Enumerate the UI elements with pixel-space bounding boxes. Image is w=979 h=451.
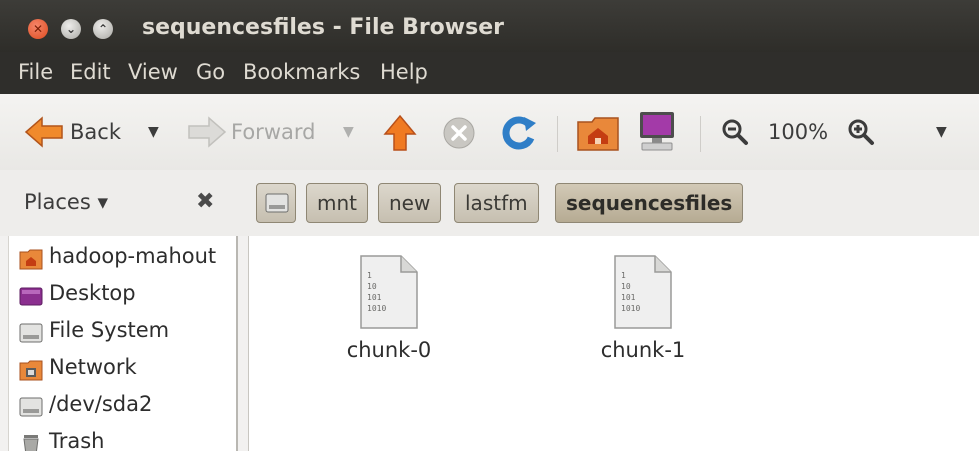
toolbar-separator <box>700 116 701 152</box>
toolbar: Back ▼ Forward ▼ 100% ▼ <box>0 94 979 170</box>
zoom-out-icon[interactable] <box>721 118 749 146</box>
menu-bar: File Edit View Go Bookmarks Help <box>0 52 979 94</box>
file-view[interactable]: 1 10 101 1010 chunk-0 1 10 101 1010 chun… <box>248 236 979 451</box>
desktop-icon <box>19 287 43 306</box>
places-dropdown[interactable]: Places ▾ <box>24 190 108 214</box>
forward-button-label[interactable]: Forward <box>231 120 315 144</box>
network-icon <box>19 360 43 381</box>
back-history-dropdown-icon[interactable]: ▼ <box>148 124 159 140</box>
file-browser-window: ✕ ⌄ ⌃ sequencesfiles - File Browser File… <box>0 0 979 451</box>
svg-text:1: 1 <box>621 271 626 280</box>
toolbar-overflow-dropdown-icon[interactable]: ▼ <box>936 124 947 140</box>
drive-icon <box>19 397 43 417</box>
svg-text:101: 101 <box>367 293 382 302</box>
crumb-lastfm[interactable]: lastfm <box>454 183 539 223</box>
forward-arrow-icon[interactable] <box>187 116 227 148</box>
sidebar-item-label: Desktop <box>49 281 136 305</box>
back-button-label[interactable]: Back <box>70 120 121 144</box>
zoom-in-icon[interactable] <box>847 118 875 146</box>
menu-go[interactable]: Go <box>196 60 225 84</box>
svg-text:10: 10 <box>367 282 377 291</box>
zoom-level[interactable]: 100% <box>768 120 828 144</box>
crumb-filesystem-root[interactable] <box>256 183 296 223</box>
menu-bookmarks[interactable]: Bookmarks <box>243 60 360 84</box>
binary-file-icon: 1 10 101 1010 <box>360 255 418 329</box>
close-sidebar-icon[interactable]: ✖ <box>196 189 214 214</box>
binary-file-icon: 1 10 101 1010 <box>614 255 672 329</box>
toolbar-separator <box>557 116 558 152</box>
maximize-window-button[interactable]: ⌃ <box>93 19 113 39</box>
sidebar-item-label: Network <box>49 355 137 379</box>
computer-icon[interactable] <box>636 110 678 154</box>
home-folder-icon[interactable] <box>576 114 620 152</box>
trash-icon <box>23 435 39 451</box>
svg-text:10: 10 <box>621 282 631 291</box>
sidebar-item-label: File System <box>49 318 170 342</box>
menu-file[interactable]: File <box>18 60 53 84</box>
file-name: chunk-0 <box>346 338 432 362</box>
sidebar-item-label: hadoop-mahout <box>49 244 217 268</box>
drive-icon <box>19 323 43 343</box>
file-item-chunk-0[interactable]: 1 10 101 1010 chunk-0 <box>309 242 469 362</box>
location-bar: Places ▾ ✖ mnt new lastfm sequencesfiles <box>0 170 979 236</box>
svg-text:101: 101 <box>621 293 636 302</box>
sidebar-item-label: /dev/sda2 <box>49 392 153 416</box>
forward-history-dropdown-icon[interactable]: ▼ <box>343 124 354 140</box>
reload-icon[interactable] <box>500 114 538 152</box>
svg-text:1: 1 <box>367 271 372 280</box>
svg-text:1010: 1010 <box>621 304 640 313</box>
menu-edit[interactable]: Edit <box>70 60 111 84</box>
menu-view[interactable]: View <box>128 60 178 84</box>
title-bar[interactable]: ✕ ⌄ ⌃ sequencesfiles - File Browser <box>0 0 979 52</box>
crumb-sequencesfiles[interactable]: sequencesfiles <box>555 183 744 223</box>
sidebar-item-label: Trash <box>49 429 105 451</box>
crumb-new[interactable]: new <box>378 183 442 223</box>
places-sidebar: hadoop-mahout Desktop File System Networ… <box>8 236 238 451</box>
close-window-button[interactable]: ✕ <box>28 19 48 39</box>
menu-help[interactable]: Help <box>380 60 428 84</box>
minimize-window-button[interactable]: ⌄ <box>61 19 81 39</box>
window-title: sequencesfiles - File Browser <box>142 15 504 40</box>
crumb-mnt[interactable]: mnt <box>306 183 368 223</box>
home-folder-icon <box>19 249 43 270</box>
drive-icon <box>265 193 289 213</box>
file-item-chunk-1[interactable]: 1 10 101 1010 chunk-1 <box>563 242 723 362</box>
up-arrow-icon[interactable] <box>383 114 417 152</box>
stop-icon[interactable] <box>442 116 476 150</box>
svg-text:1010: 1010 <box>367 304 386 313</box>
back-arrow-icon[interactable] <box>24 116 64 148</box>
file-name: chunk-1 <box>600 338 686 362</box>
